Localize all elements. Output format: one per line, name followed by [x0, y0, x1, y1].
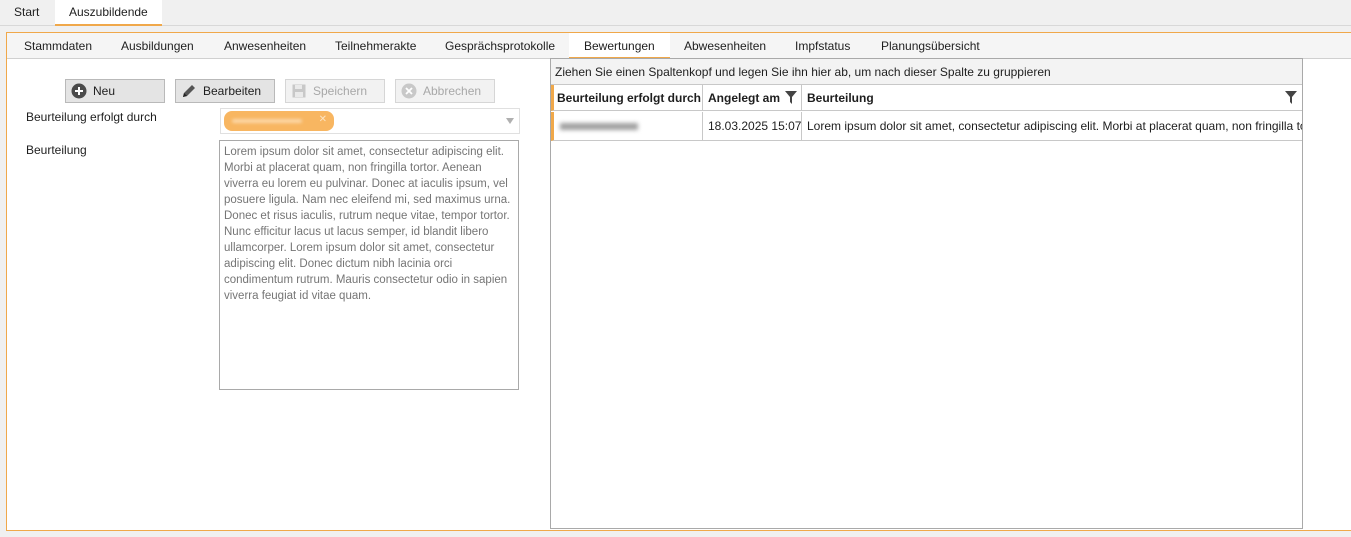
column-header-evaluation-label: Beurteilung — [807, 91, 874, 105]
column-header-created-label: Angelegt am — [708, 91, 781, 105]
evaluator-combobox[interactable]: ✕ — [220, 108, 520, 134]
edit-button[interactable]: Bearbeiten — [175, 79, 275, 103]
tab-planungsuebersicht[interactable]: Planungsübersicht — [866, 33, 995, 59]
group-drop-panel[interactable]: Ziehen Sie einen Spaltenkopf und legen S… — [551, 59, 1302, 85]
tab-impfstatus[interactable]: Impfstatus — [780, 33, 865, 59]
funnel-icon[interactable] — [1285, 91, 1297, 104]
tab-teilnehmerakte[interactable]: Teilnehmerakte — [320, 33, 431, 59]
cancel-button-label: Abbrechen — [423, 84, 482, 98]
evaluator-label: Beurteilung erfolgt durch — [26, 110, 157, 124]
tab-ausbildungen[interactable]: Ausbildungen — [106, 33, 209, 59]
column-header-created[interactable]: Angelegt am — [703, 85, 802, 111]
table-row-cell-evaluation[interactable]: Lorem ipsum dolor sit amet, consectetur … — [802, 112, 1302, 141]
new-button-label: Neu — [93, 84, 116, 98]
tab-anwesenheiten[interactable]: Anwesenheiten — [209, 33, 321, 59]
tab-abwesenheiten[interactable]: Abwesenheiten — [669, 33, 781, 59]
redacted-name — [232, 119, 302, 123]
column-header-evaluator-label: Beurteilung erfolgt durch — [557, 91, 701, 105]
pencil-icon — [181, 83, 197, 99]
evaluator-chip: ✕ — [224, 111, 334, 131]
x-circle-icon — [401, 83, 417, 99]
plus-circle-icon — [71, 83, 87, 99]
sub-tab-bar: Stammdaten Ausbildungen Anwesenheiten Te… — [7, 33, 1351, 59]
cancel-button[interactable]: Abbrechen — [395, 79, 495, 103]
column-header-evaluation[interactable]: Beurteilung — [802, 85, 1302, 111]
evaluation-textarea[interactable]: Lorem ipsum dolor sit amet, consectetur … — [219, 140, 519, 390]
floppy-disk-icon — [291, 83, 307, 99]
new-button[interactable]: Neu — [65, 79, 165, 103]
top-tab-auszubildende[interactable]: Auszubildende — [55, 0, 162, 26]
edit-button-label: Bearbeiten — [203, 84, 262, 98]
top-tab-bar: Start Auszubildende — [0, 0, 1351, 26]
chip-remove-icon[interactable]: ✕ — [319, 114, 327, 125]
funnel-icon[interactable] — [785, 91, 797, 104]
tab-stammdaten[interactable]: Stammdaten — [9, 33, 107, 59]
save-button[interactable]: Speichern — [285, 79, 385, 103]
evaluation-label: Beurteilung — [26, 143, 87, 157]
redacted-name — [560, 123, 638, 130]
evaluations-grid: Ziehen Sie einen Spaltenkopf und legen S… — [550, 58, 1303, 529]
tab-bewertungen[interactable]: Bewertungen — [569, 33, 670, 59]
tab-gespraechsprotokolle[interactable]: Gesprächsprotokolle — [430, 33, 570, 59]
column-header-evaluator[interactable]: Beurteilung erfolgt durch — [551, 85, 703, 111]
top-tab-start[interactable]: Start — [0, 0, 53, 26]
table-row-cell-created[interactable]: 18.03.2025 15:07 — [703, 112, 802, 141]
chevron-down-icon[interactable] — [506, 118, 514, 124]
save-button-label: Speichern — [313, 84, 368, 98]
table-row-cell-evaluator[interactable] — [551, 112, 703, 141]
